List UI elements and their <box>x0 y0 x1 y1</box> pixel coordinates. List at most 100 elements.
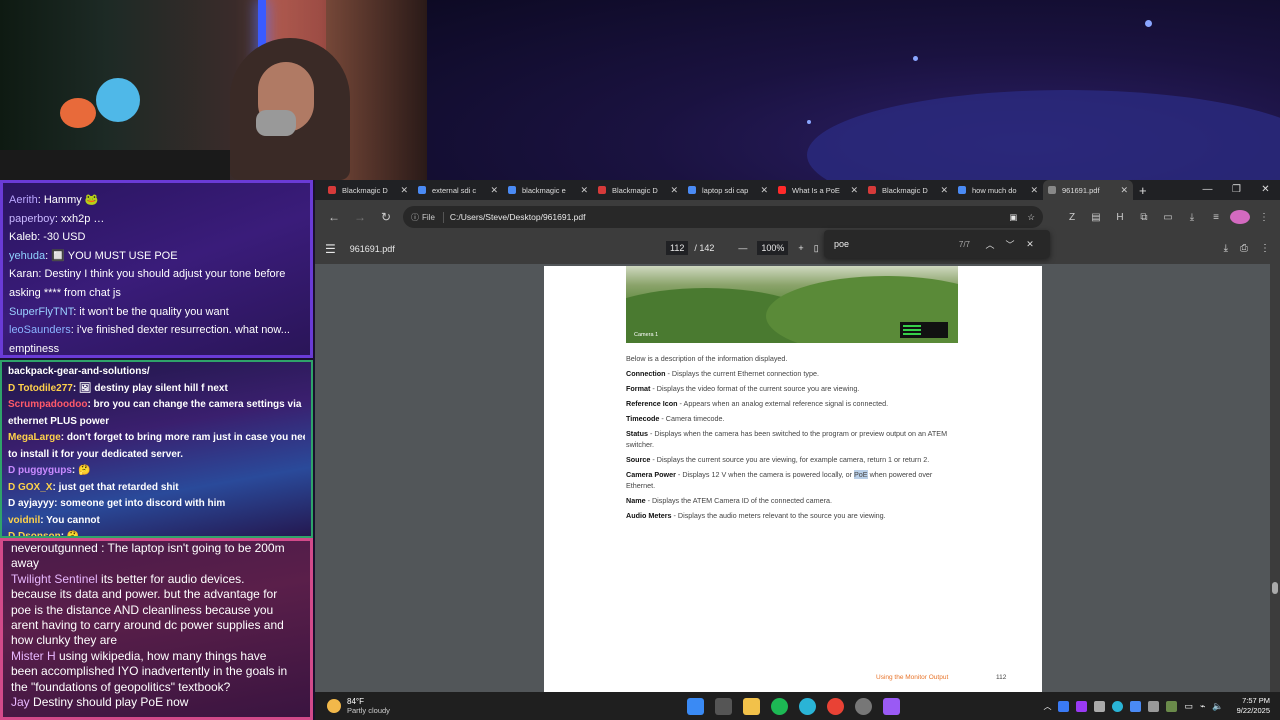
avatar[interactable] <box>1230 210 1250 224</box>
tray-app-icon[interactable] <box>1130 700 1142 712</box>
chrome-icon[interactable] <box>827 697 844 715</box>
system-tray: ︿ ▭ ⌁ 🔈 7:57 PM 9/22/2025 <box>1043 696 1280 716</box>
pdf-download-icon[interactable]: ⤓ <box>1224 234 1228 264</box>
browser-tab[interactable]: Blackmagic D ✕ <box>593 180 683 200</box>
chat-panel-middle: backpack-gear-and-solutions/D Totodile27… <box>0 360 313 538</box>
tray-app-icon[interactable] <box>1166 700 1178 712</box>
weather-widget[interactable]: 84°F Partly cloudy <box>327 697 687 715</box>
chat-username: yehuda <box>9 249 46 262</box>
scrollbar[interactable] <box>1270 264 1280 692</box>
find-previous-icon[interactable]: ︿ <box>980 238 1000 251</box>
chat-message: paperboy: xxh2p … <box>9 210 304 229</box>
chat-message: Kaleb: -30 USD <box>9 228 304 247</box>
tray-app-icon[interactable] <box>1148 700 1160 712</box>
tray-app-icon[interactable] <box>1094 700 1106 712</box>
find-input[interactable]: poe <box>834 239 959 249</box>
bookmark-star-icon[interactable]: ☆ <box>1027 212 1035 223</box>
find-next-icon[interactable]: ﹀ <box>1000 238 1020 251</box>
browser-tab[interactable]: laptop sdi cap ✕ <box>683 180 773 200</box>
browser-tab[interactable]: What Is a PoE ✕ <box>773 180 863 200</box>
tab-title: What Is a PoE <box>792 185 840 195</box>
hd-icon[interactable]: H <box>1110 212 1130 223</box>
extension-icon[interactable]: Z <box>1062 212 1082 223</box>
chat-message: voidnil: You cannot <box>8 513 305 530</box>
app-icon[interactable] <box>883 697 900 715</box>
pdf-definition: Connection - Displays the current Ethern… <box>626 369 956 380</box>
chat-message: D Dsonson: 🤔 <box>8 529 305 536</box>
tray-chevron-icon[interactable]: ︿ <box>1043 701 1051 712</box>
media-icon[interactable]: ≡ <box>1206 212 1226 223</box>
tab-close-icon[interactable]: ✕ <box>850 185 858 196</box>
tab-close-icon[interactable]: ✕ <box>580 185 588 196</box>
find-close-icon[interactable]: ✕ <box>1020 239 1040 250</box>
close-window-button[interactable]: ✕ <box>1251 180 1280 200</box>
windows-start-icon[interactable] <box>687 697 704 715</box>
print-icon[interactable]: ⎙ <box>1240 234 1248 264</box>
back-arrow-icon[interactable]: ← <box>321 210 347 224</box>
file-explorer-icon[interactable] <box>743 697 760 715</box>
tab-close-icon[interactable]: ✕ <box>1120 185 1128 196</box>
sidebar-icon[interactable]: ▭ <box>1158 212 1178 223</box>
browser-tab[interactable]: 961691.pdf ✕ <box>1043 180 1133 200</box>
maximize-button[interactable]: ❐ <box>1222 180 1251 200</box>
minimize-button[interactable]: — <box>1193 180 1222 200</box>
tab-close-icon[interactable]: ✕ <box>670 185 678 196</box>
volume-icon[interactable]: 🔈 <box>1212 701 1223 712</box>
browser-tab[interactable]: external sdi c ✕ <box>413 180 503 200</box>
find-icon[interactable]: ▣ <box>1009 212 1017 223</box>
tab-strip: Blackmagic D ✕ external sdi c ✕ blackmagic e… <box>323 180 1133 200</box>
taskbar: 84°F Partly cloudy ︿ ▭ ⌁ 🔈 7:57 PM 9/22/… <box>315 692 1280 720</box>
chat-message: D Totodile277: 🖼 destiny play silent hil… <box>8 381 305 398</box>
reload-icon[interactable]: ↻ <box>373 210 399 224</box>
tab-close-icon[interactable]: ✕ <box>1030 185 1038 196</box>
download-icon[interactable]: ⤓ <box>1182 212 1202 223</box>
window-controls: — ❐ ✕ <box>1193 180 1280 200</box>
browser-tab[interactable]: Blackmagic D ✕ <box>323 180 413 200</box>
tab-close-icon[interactable]: ✕ <box>940 185 948 196</box>
clipboard-icon[interactable]: ▤ <box>1086 212 1106 223</box>
tab-close-icon[interactable]: ✕ <box>760 185 768 196</box>
forward-arrow-icon[interactable]: → <box>347 210 373 224</box>
fit-page-icon[interactable]: ▯ <box>814 243 819 254</box>
hamburger-menu-icon[interactable]: ☰ <box>325 242 336 256</box>
chat-message: backpack-gear-and-solutions/ <box>8 364 305 381</box>
clock-date: 9/22/2025 <box>1236 706 1270 715</box>
definition-text: - Displays the ATEM Camera ID of the con… <box>645 495 832 505</box>
zoom-out-icon[interactable]: — <box>738 243 747 253</box>
pdf-filename: 961691.pdf <box>349 244 395 254</box>
new-tab-button[interactable]: + <box>1139 183 1147 198</box>
zoom-controls: — 100% + ▯ <box>738 241 819 255</box>
display-icon[interactable]: ▭ <box>1184 701 1193 712</box>
menu-dots-icon[interactable]: ⋮ <box>1254 212 1274 223</box>
edge-icon[interactable] <box>799 697 816 715</box>
browser-tab[interactable]: Blackmagic D ✕ <box>863 180 953 200</box>
obs-icon[interactable] <box>855 697 872 715</box>
spotify-icon[interactable] <box>771 697 788 715</box>
zoom-input[interactable]: 100% <box>757 241 789 255</box>
browser-tab[interactable]: how much do ✕ <box>953 180 1043 200</box>
page-input[interactable]: 112 <box>666 241 689 255</box>
pdf-definition: Timecode - Camera timecode. <box>626 414 956 425</box>
pdf-more-icon[interactable]: ⋮ <box>1260 234 1270 264</box>
puzzle-icon[interactable]: ⧉ <box>1134 212 1154 223</box>
tab-close-icon[interactable]: ✕ <box>490 185 498 196</box>
file-chip[interactable]: ⓘ File <box>411 211 444 223</box>
browser-tab[interactable]: blackmagic e ✕ <box>503 180 593 200</box>
zoom-in-icon[interactable]: + <box>798 243 803 253</box>
tab-title: laptop sdi cap <box>702 185 749 195</box>
chat-username: voidnil <box>8 514 41 526</box>
tray-app-icon[interactable] <box>1112 700 1124 712</box>
pdf-definition: Format - Displays the video format of th… <box>626 384 956 395</box>
scrollbar-thumb[interactable] <box>1272 582 1278 594</box>
network-icon[interactable]: ⌁ <box>1200 701 1205 712</box>
task-view-icon[interactable] <box>715 697 732 715</box>
audio-meter-overlay <box>900 322 948 338</box>
tray-app-icon[interactable] <box>1076 700 1088 712</box>
tab-favicon-icon <box>328 186 336 194</box>
clock[interactable]: 7:57 PM 9/22/2025 <box>1237 696 1270 716</box>
tray-app-icon[interactable] <box>1058 700 1070 712</box>
tab-close-icon[interactable]: ✕ <box>400 185 408 196</box>
address-bar[interactable]: ⓘ File C:/Users/Steve/Desktop/961691.pdf … <box>403 206 1043 228</box>
definition-term: Format <box>626 384 651 394</box>
meter-bar <box>903 329 921 331</box>
